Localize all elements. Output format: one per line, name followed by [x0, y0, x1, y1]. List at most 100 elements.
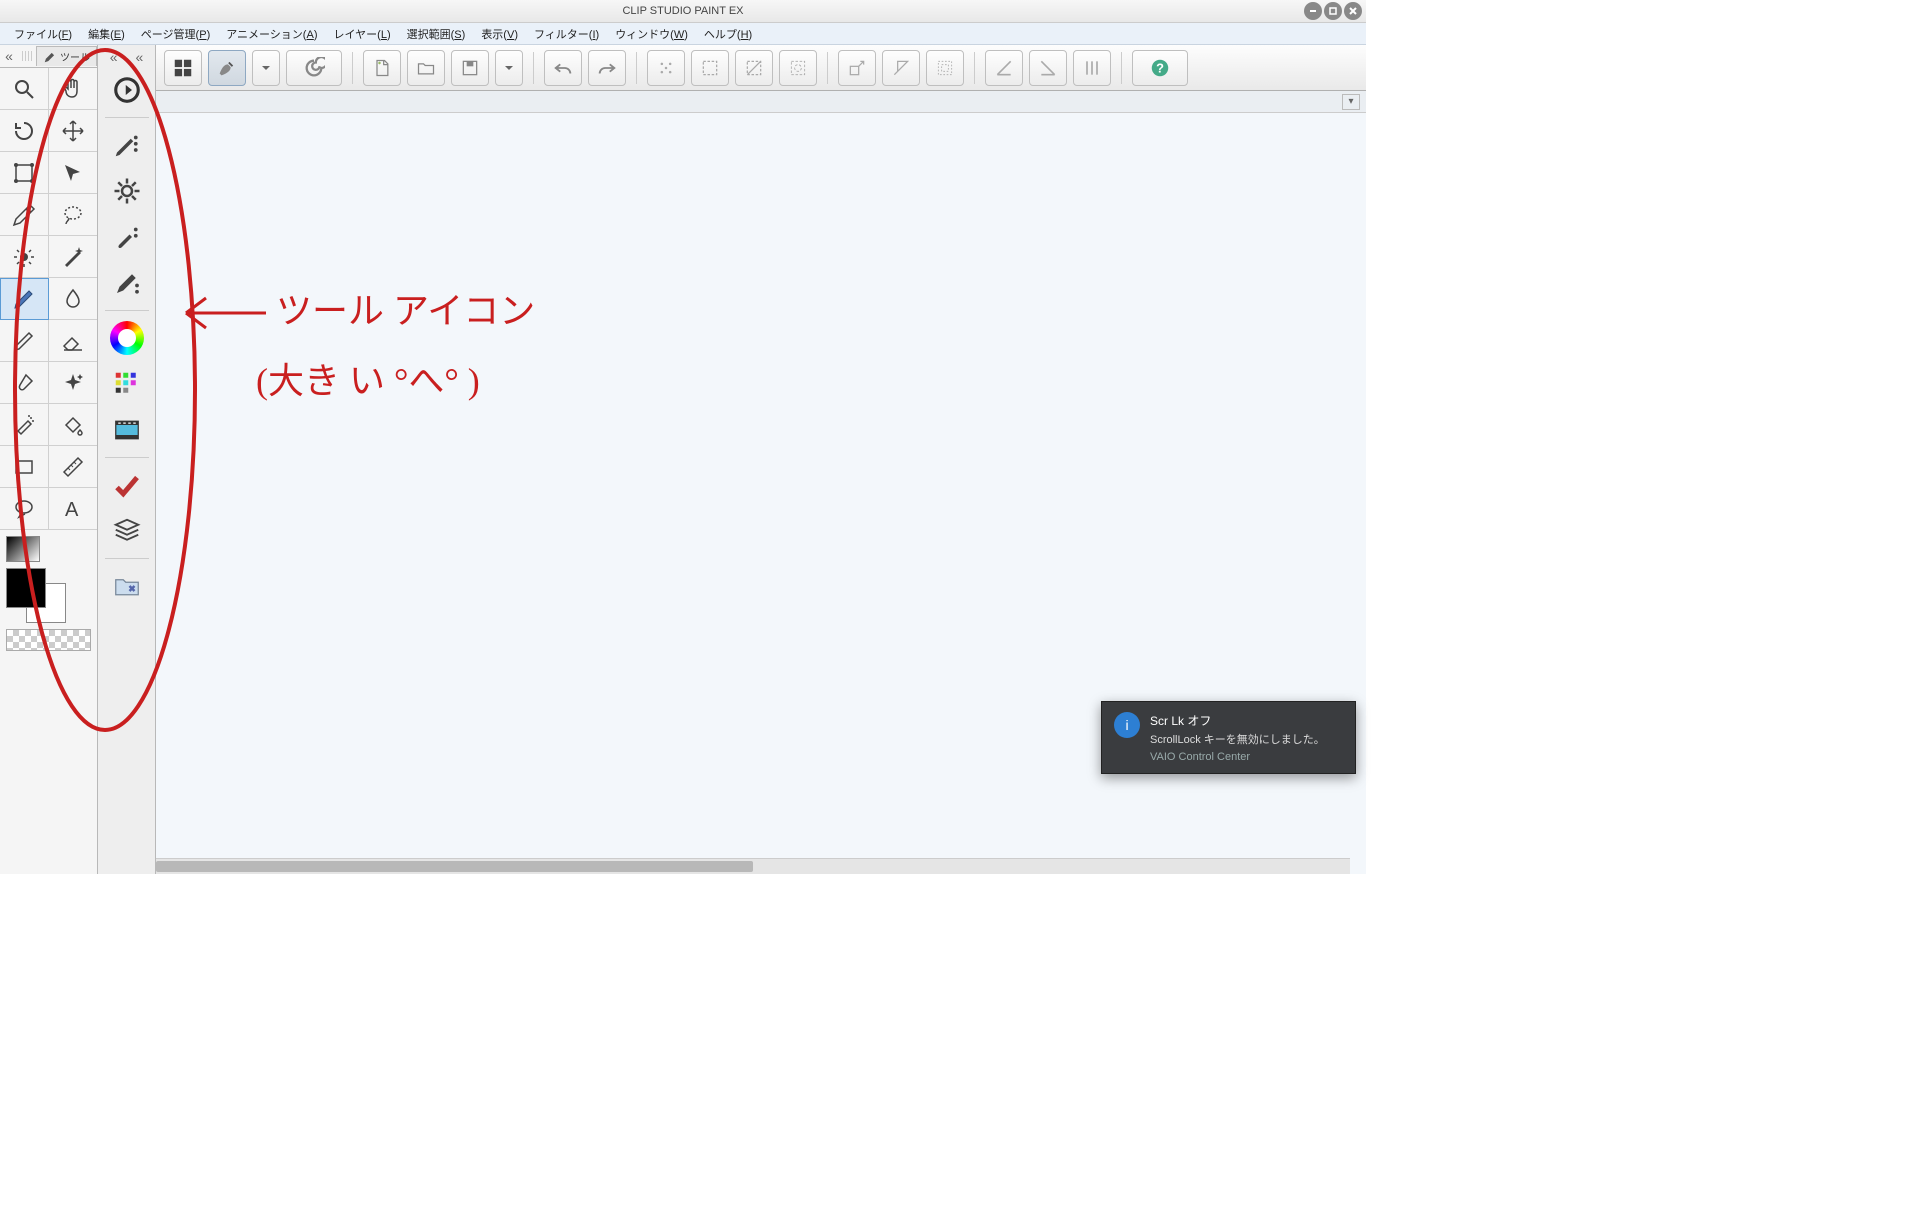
- foreground-background-colors[interactable]: [6, 568, 66, 623]
- separator: [1121, 52, 1122, 84]
- separator: [352, 52, 353, 84]
- layer-stack-button[interactable]: [105, 510, 149, 552]
- menu-h[interactable]: ヘルプ(H): [696, 24, 760, 44]
- separator: [827, 52, 828, 84]
- chevrons-left-icon[interactable]: «: [110, 49, 118, 65]
- toolbar-snap2[interactable]: [1029, 50, 1067, 86]
- horizontal-scrollbar[interactable]: [156, 858, 1350, 874]
- toolbar-grid-view[interactable]: [164, 50, 202, 86]
- menu-l[interactable]: レイヤー(L): [325, 24, 398, 44]
- tool-balloon[interactable]: [0, 488, 49, 530]
- menu-bar: ファイル(F)編集(E)ページ管理(P)アニメーション(A)レイヤー(L)選択範…: [0, 23, 1366, 45]
- menu-a[interactable]: アニメーション(A): [218, 24, 325, 44]
- tool-light[interactable]: [0, 236, 49, 278]
- title-bar: CLIP STUDIO PAINT EX: [0, 0, 1366, 23]
- grip-icon[interactable]: [22, 51, 32, 61]
- toolbar-clear[interactable]: [647, 50, 685, 86]
- toast-body: ScrollLock キーを無効にしました。: [1150, 731, 1325, 747]
- menu-w[interactable]: ウィンドウ(W): [607, 24, 696, 44]
- layer-button[interactable]: [105, 464, 149, 506]
- tool-arrow[interactable]: [49, 152, 98, 194]
- svg-text:(大き い °へ° ): (大き い °へ° ): [256, 361, 480, 401]
- tool-eyedropper[interactable]: [0, 194, 49, 236]
- transparent-swatch[interactable]: [6, 629, 91, 651]
- toast-source: VAIO Control Center: [1150, 751, 1325, 763]
- tool-hand[interactable]: [49, 68, 98, 110]
- quick-access-palette: ««: [98, 45, 156, 874]
- toolbar-undo[interactable]: [544, 50, 582, 86]
- toolbar-redo[interactable]: [588, 50, 626, 86]
- tool-tab[interactable]: ツール: [36, 46, 97, 66]
- toolbar-deselect[interactable]: [735, 50, 773, 86]
- tool-lasso[interactable]: [49, 194, 98, 236]
- subtool-pen-button[interactable]: [105, 124, 149, 166]
- chevrons-left-icon[interactable]: «: [136, 49, 144, 65]
- tool-wand[interactable]: [49, 236, 98, 278]
- toolbar-save[interactable]: [451, 50, 489, 86]
- tool-text[interactable]: A: [49, 488, 98, 530]
- material-button[interactable]: [105, 565, 149, 607]
- menu-f[interactable]: ファイル(F): [6, 24, 80, 44]
- tool-move[interactable]: [49, 110, 98, 152]
- tool-brush2[interactable]: [0, 362, 49, 404]
- tool-airbrush[interactable]: [0, 404, 49, 446]
- menu-v[interactable]: 表示(V): [473, 24, 526, 44]
- color-wheel-button[interactable]: [105, 317, 149, 359]
- tool-ruler[interactable]: [49, 446, 98, 488]
- tool-droplet[interactable]: [49, 278, 98, 320]
- subtool-brush-button[interactable]: [105, 216, 149, 258]
- tool-tab-label: ツール: [60, 49, 90, 64]
- menu-s[interactable]: 選択範囲(S): [399, 24, 474, 44]
- toolbar-clip-studio[interactable]: [208, 50, 246, 86]
- separator: [105, 558, 149, 559]
- svg-text:ツール アイコン: ツール アイコン: [276, 291, 535, 331]
- toolbar-invert[interactable]: [779, 50, 817, 86]
- foreground-color[interactable]: [6, 568, 46, 608]
- menu-e[interactable]: 編集(E): [80, 24, 133, 44]
- toolbar-help[interactable]: ?: [1132, 50, 1188, 86]
- app-title: CLIP STUDIO PAINT EX: [0, 5, 1366, 17]
- toolbar-new[interactable]: [363, 50, 401, 86]
- toolbar-clip-studio-dropdown[interactable]: [252, 50, 280, 86]
- tab-dropdown-icon[interactable]: ▾: [1342, 94, 1360, 110]
- separator: [636, 52, 637, 84]
- tool-rotate[interactable]: [0, 110, 49, 152]
- document-tab-strip: ▾: [156, 91, 1366, 113]
- toolbar-snap3[interactable]: [1073, 50, 1111, 86]
- color-sliders-button[interactable]: [105, 363, 149, 405]
- tool-fill[interactable]: [49, 404, 98, 446]
- tool-pen[interactable]: [0, 278, 49, 320]
- notification-toast: i Scr Lk オフ ScrollLock キーを無効にしました。 VAIO …: [1101, 701, 1356, 774]
- toolbar-3d[interactable]: [286, 50, 342, 86]
- gradient-swatch[interactable]: [6, 536, 40, 562]
- maximize-button[interactable]: [1324, 2, 1342, 20]
- command-bar: ?: [156, 45, 1366, 91]
- toolbar-border[interactable]: [926, 50, 964, 86]
- subtool-gear-button[interactable]: [105, 170, 149, 212]
- close-button[interactable]: [1344, 2, 1362, 20]
- subtool-pen2-button[interactable]: [105, 262, 149, 304]
- toolbar-snap1[interactable]: [985, 50, 1023, 86]
- minimize-button[interactable]: [1304, 2, 1322, 20]
- menu-p[interactable]: ページ管理(P): [133, 24, 218, 44]
- info-icon: i: [1114, 712, 1140, 738]
- menu-i[interactable]: フィルター(I): [526, 24, 607, 44]
- toolbar-open[interactable]: [407, 50, 445, 86]
- separator: [974, 52, 975, 84]
- tool-rect[interactable]: [0, 446, 49, 488]
- toolbar-scale[interactable]: [838, 50, 876, 86]
- tool-eraser[interactable]: [49, 320, 98, 362]
- tool-palette: « ツール A: [0, 45, 98, 874]
- quick-access-button[interactable]: [105, 69, 149, 111]
- timeline-button[interactable]: [105, 409, 149, 451]
- tool-pencil[interactable]: [0, 320, 49, 362]
- tool-sparkle[interactable]: [49, 362, 98, 404]
- toolbar-transform[interactable]: [882, 50, 920, 86]
- svg-text:?: ?: [1156, 60, 1164, 75]
- tool-zoom[interactable]: [0, 68, 49, 110]
- collapse-left-icon[interactable]: «: [0, 48, 18, 64]
- svg-text:A: A: [65, 499, 79, 521]
- tool-operation[interactable]: [0, 152, 49, 194]
- toolbar-select-all[interactable]: [691, 50, 729, 86]
- toolbar-save-dropdown[interactable]: [495, 50, 523, 86]
